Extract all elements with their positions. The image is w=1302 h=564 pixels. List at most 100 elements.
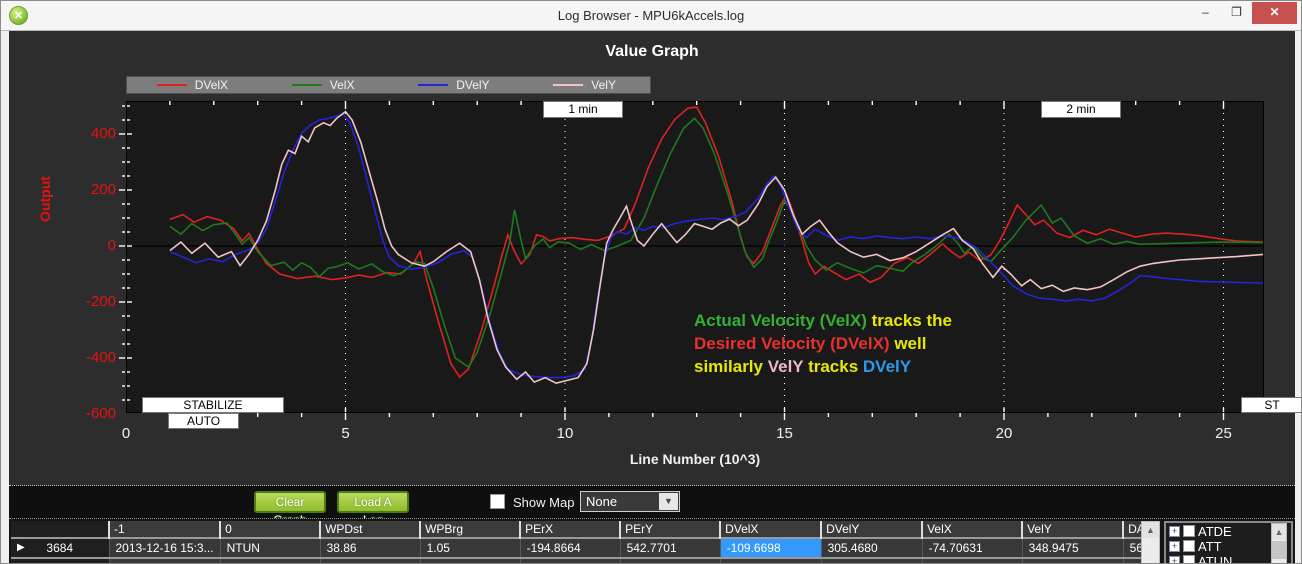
column-header[interactable]: PErX bbox=[520, 521, 620, 538]
table-row[interactable]: ▶36842013-12-16 15:3...NTUN38.861.05-194… bbox=[11, 538, 1159, 558]
column-header[interactable]: WPDst bbox=[320, 521, 420, 538]
y-tick-label: 200 bbox=[66, 181, 116, 198]
legend-line-icon bbox=[292, 84, 322, 86]
scroll-up-icon[interactable]: ▲ bbox=[1272, 524, 1286, 540]
chart-annotation: Actual Velocity (VelX) tracks theDesired… bbox=[694, 309, 952, 378]
log-table-area: -10WPDstWPBrgPErXPErYDVelXDVelYVelXVelYD… bbox=[9, 518, 1295, 564]
maximize-button[interactable]: ❐ bbox=[1221, 2, 1252, 24]
map-source-dropdown[interactable]: None ▼ bbox=[580, 491, 680, 512]
tree-item-label: ATDE bbox=[1198, 524, 1232, 539]
legend-line-icon bbox=[553, 84, 583, 86]
x-tick-label: 5 bbox=[326, 425, 366, 442]
column-header[interactable]: 0 bbox=[220, 521, 320, 538]
table-cell[interactable]: 0.237606 bbox=[520, 558, 620, 564]
column-header[interactable]: -1 bbox=[109, 521, 220, 538]
time-marker-label: 1 min bbox=[543, 101, 623, 118]
show-map-checkbox[interactable] bbox=[490, 494, 505, 509]
table-row[interactable]: 36852013-12-16 15:3IMU674.100.0755020.23… bbox=[11, 558, 1159, 564]
legend-line-icon bbox=[157, 84, 187, 86]
legend-line-icon bbox=[418, 84, 448, 86]
table-cell[interactable]: 348.9475 bbox=[1022, 538, 1123, 558]
tree-checkbox[interactable] bbox=[1183, 555, 1195, 564]
legend-item-VelX[interactable]: VelX bbox=[258, 77, 389, 93]
client-area: Value Graph DVelX VelX DVelY VelY Output… bbox=[9, 31, 1295, 564]
table-cell[interactable]: 542.7701 bbox=[620, 538, 720, 558]
row-header[interactable]: ▶3684 bbox=[11, 538, 109, 558]
column-header[interactable]: DVelY bbox=[821, 521, 922, 538]
y-tick-label: -200 bbox=[66, 293, 116, 310]
log-table[interactable]: -10WPDstWPBrgPErXPErYDVelXDVelYVelXVelYD… bbox=[11, 521, 1159, 564]
tree-item-label: ATT bbox=[1198, 539, 1222, 554]
table-cell[interactable]: 2013-12-16 15:3 bbox=[109, 558, 220, 564]
table-cell[interactable]: -0.102500 bbox=[620, 558, 720, 564]
table-cell[interactable]: 2013-12-16 15:3... bbox=[109, 538, 220, 558]
x-tick-label: 15 bbox=[765, 425, 805, 442]
table-cell[interactable]: 305.4680 bbox=[821, 538, 922, 558]
window-title: Log Browser - MPU6kAccels.log bbox=[1, 1, 1301, 31]
expand-plus-icon[interactable]: + bbox=[1169, 541, 1180, 552]
x-tick-label: 25 bbox=[1204, 425, 1244, 442]
expand-plus-icon[interactable]: + bbox=[1169, 556, 1180, 564]
column-header[interactable]: WPBrg bbox=[420, 521, 520, 538]
legend-item-DVelX[interactable]: DVelX bbox=[127, 77, 258, 93]
minimize-button[interactable]: – bbox=[1190, 2, 1221, 24]
table-cell[interactable]: -74.70631 bbox=[922, 538, 1022, 558]
y-tick-label: -400 bbox=[66, 349, 116, 366]
title-bar: ✕ Log Browser - MPU6kAccels.log – ❐ ✕ bbox=[1, 1, 1301, 31]
chart-legend: DVelX VelX DVelY VelY bbox=[126, 76, 651, 94]
table-cell[interactable]: NTUN bbox=[220, 538, 320, 558]
close-button[interactable]: ✕ bbox=[1252, 2, 1297, 24]
time-marker-label: 2 min bbox=[1041, 101, 1121, 118]
column-header[interactable]: DVelX bbox=[720, 521, 821, 538]
annotation-line: Desired Velocity (DVelX) well bbox=[694, 332, 952, 355]
flight-mode-label: STABILIZE bbox=[142, 397, 284, 413]
log-browser-window: ✕ Log Browser - MPU6kAccels.log – ❐ ✕ Va… bbox=[0, 0, 1302, 564]
y-axis-title: Output bbox=[37, 169, 53, 229]
legend-label: DVelX bbox=[195, 78, 228, 92]
table-cell[interactable]: -194.8664 bbox=[520, 538, 620, 558]
show-map-label: Show Map bbox=[513, 495, 574, 510]
legend-item-VelY[interactable]: VelY bbox=[519, 77, 650, 93]
table-cell[interactable] bbox=[1022, 558, 1123, 564]
expand-plus-icon[interactable]: + bbox=[1169, 526, 1180, 537]
tree-scrollbar[interactable]: ▲ bbox=[1271, 523, 1287, 564]
flight-mode-label: AUTO bbox=[168, 413, 239, 429]
table-cell[interactable]: 674.10 bbox=[320, 558, 420, 564]
table-cell[interactable]: 38.86 bbox=[320, 538, 420, 558]
legend-label: DVelY bbox=[456, 78, 489, 92]
x-axis-title: Line Number (10^3) bbox=[126, 451, 1264, 467]
table-cell[interactable]: -0.805783 bbox=[922, 558, 1022, 564]
column-header[interactable]: VelX bbox=[922, 521, 1022, 538]
flight-mode-label: ST bbox=[1241, 397, 1302, 413]
scrollbar-thumb[interactable] bbox=[1272, 541, 1286, 559]
table-cell[interactable]: -109.6698 bbox=[720, 538, 821, 558]
table-scrollbar[interactable]: ▲ bbox=[1141, 521, 1160, 564]
x-tick-label: 10 bbox=[545, 425, 585, 442]
x-tick-label: 20 bbox=[984, 425, 1024, 442]
legend-item-DVelY[interactable]: DVelY bbox=[389, 77, 520, 93]
x-tick-label: 0 bbox=[106, 425, 146, 442]
column-header[interactable] bbox=[11, 521, 109, 538]
tree-checkbox[interactable] bbox=[1183, 540, 1195, 552]
clear-graph-button[interactable]: Clear Graph bbox=[254, 491, 326, 513]
legend-label: VelX bbox=[330, 78, 355, 92]
column-header[interactable]: PErY bbox=[620, 521, 720, 538]
column-header[interactable]: VelY bbox=[1022, 521, 1123, 538]
table-cell[interactable]: 0.075502 bbox=[420, 558, 520, 564]
tree-checkbox[interactable] bbox=[1183, 525, 1195, 537]
table-cell[interactable]: 0.281411 bbox=[821, 558, 922, 564]
tree-item-label: ATUN bbox=[1198, 554, 1232, 564]
y-tick-label: 0 bbox=[66, 237, 116, 254]
y-tick-label: 400 bbox=[66, 125, 116, 142]
table-cell[interactable]: 0.162304 bbox=[720, 558, 821, 564]
scroll-up-icon[interactable]: ▲ bbox=[1142, 522, 1159, 538]
chart-panel: Value Graph DVelX VelX DVelY VelY Output… bbox=[9, 31, 1295, 485]
chevron-down-icon[interactable]: ▼ bbox=[659, 493, 678, 510]
chart-title: Value Graph bbox=[9, 43, 1295, 61]
load-a-log-button[interactable]: Load A Log bbox=[337, 491, 409, 513]
table-cell[interactable]: 1.05 bbox=[420, 538, 520, 558]
y-tick-label: -600 bbox=[66, 405, 116, 422]
table-cell[interactable]: IMU bbox=[220, 558, 320, 564]
map-source-value: None bbox=[586, 494, 617, 509]
row-header[interactable]: 3685 bbox=[11, 558, 109, 564]
